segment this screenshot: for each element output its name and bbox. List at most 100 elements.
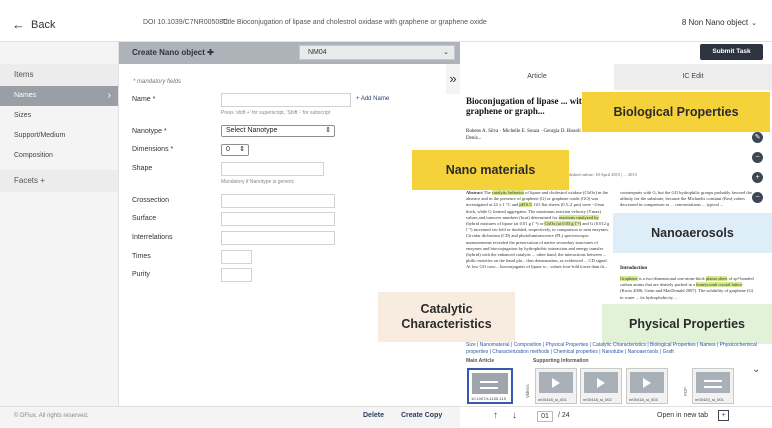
add-tab-icon[interactable]: + [718, 410, 729, 421]
surface-input[interactable] [221, 212, 335, 226]
thumbnail-caption: nr00418_si_002 [583, 397, 612, 402]
open-in-new-tab-link[interactable]: Open in new tab [657, 412, 708, 419]
times-label: Times [132, 253, 151, 260]
callout-physical-properties: Physical Properties [602, 304, 772, 344]
non-nano-object-dropdown[interactable]: 8 Non Nano object ⌄ [682, 18, 757, 27]
video-preview [584, 372, 618, 393]
minus-circle-icon[interactable]: − [752, 152, 763, 163]
supporting-information-label: Supporting Information [533, 358, 589, 364]
zoom-out-icon[interactable]: − [752, 192, 763, 203]
video-thumbnail[interactable]: nr00418_si_003 [626, 368, 668, 404]
page-number-input[interactable]: 01 [537, 411, 553, 422]
mandatory-note: * mandatory fields [133, 79, 182, 85]
expand-supporting-button[interactable]: ⌄ [752, 364, 760, 375]
delete-button[interactable]: Delete [363, 412, 384, 419]
facets-section-header[interactable]: Facets + [0, 170, 118, 192]
tab-ic-edit[interactable]: IC Edit [614, 64, 772, 90]
highlight[interactable]: planar sheet [705, 276, 728, 281]
chevron-updown-icon: ⇕ [239, 146, 245, 153]
highlight[interactable]: ChOx (at 0.03 g l⁻¹) [544, 221, 582, 227]
page-total: / 24 [558, 412, 570, 419]
shape-input[interactable] [221, 162, 324, 176]
highlight[interactable]: reactions catalyzed by [558, 214, 599, 220]
sidebar-item-label: Composition [14, 152, 53, 159]
callout-catalytic-characteristics: Catalytic Characteristics [378, 292, 515, 342]
zoom-in-icon[interactable]: + [752, 172, 763, 183]
sidebar-item-label: Names [14, 92, 37, 99]
intro-part: is a two-dimensional one-atom-thick [637, 276, 706, 281]
introduction-heading: Introduction [620, 266, 648, 271]
shape-label: Shape [132, 165, 153, 172]
abstract-lead: Abstract [466, 190, 483, 195]
sidebar-item-composition[interactable]: Composition [0, 146, 118, 166]
double-chevron-right-icon: » [449, 71, 457, 86]
pdf-label: PDF [683, 387, 688, 396]
dimensions-label: Dimensions * [132, 146, 174, 153]
main-article-thumbnail[interactable]: 10.1007/s.1105-115 [467, 368, 513, 404]
name-hint: Press 'shift +' for superscript, 'Shift … [221, 110, 330, 116]
viewer-toolbar: ✎ − + − [752, 132, 766, 212]
document-tab-bar: Article IC Edit [460, 64, 772, 90]
tab-article[interactable]: Article [460, 64, 614, 90]
dimensions-select[interactable]: 0 ⇕ [221, 144, 249, 156]
thumbnail-caption: 10.1007/s.1105-115 [471, 396, 506, 401]
highlight[interactable]: Graphene [620, 276, 638, 281]
next-page-arrow-icon[interactable]: ↓ [512, 410, 517, 421]
play-icon [643, 378, 651, 388]
collapse-panel-button[interactable]: » [446, 64, 460, 94]
nano-object-form: * mandatory fields Name * Press 'shift +… [119, 64, 447, 406]
interrelations-label: Interrelations [132, 234, 173, 241]
abstract-part: and G (0.012 g l⁻¹) increased six-fold o… [466, 221, 610, 270]
intro-part: (Kroto 2006; Geim and MacDonald 2007). T… [620, 288, 754, 300]
purity-label: Purity [132, 271, 150, 278]
document-icon [704, 380, 722, 388]
previous-page-arrow-icon[interactable]: ↑ [493, 410, 498, 421]
pencil-icon[interactable]: ✎ [752, 132, 763, 143]
crosssection-label: Crossection [132, 197, 169, 204]
times-input[interactable] [221, 250, 252, 264]
document-preview [472, 373, 508, 394]
chevron-down-icon: ⌄ [443, 49, 449, 56]
back-arrow-icon: ← [12, 17, 25, 32]
right-column-text: counterparts with G, but the GO hydrophi… [620, 190, 752, 208]
doi-label: DOI 10.1039/C7NR00508C [143, 19, 229, 26]
create-nano-label: Create Nano object [132, 48, 205, 57]
nanotype-select[interactable]: Select Nanotype ⇕ [221, 125, 335, 137]
video-thumbnail[interactable]: nr00418_si_002 [580, 368, 622, 404]
sidebar-item-support-medium[interactable]: Support/Medium [0, 126, 118, 146]
highlight[interactable]: catalytic behavior [491, 190, 525, 195]
items-section-header: Items [0, 64, 118, 86]
pdf-preview [696, 372, 730, 393]
create-copy-button[interactable]: Create Copy [401, 412, 442, 419]
nano-object-value: NM04 [308, 49, 327, 56]
main-article-label: Main Article [466, 358, 495, 364]
play-icon [552, 378, 560, 388]
crosssection-input[interactable] [221, 194, 335, 208]
thumbnail-caption: nr00420_si_001 [695, 397, 724, 402]
callout-nano-materials: Nano materials [412, 150, 569, 190]
sidebar-item-names[interactable]: Names › [0, 86, 118, 106]
thumbnail-caption: nr00418_si_001 [538, 397, 567, 402]
plus-icon: ✚ [207, 48, 214, 57]
introduction-text: Graphene is a two-dimensional one-atom-t… [620, 276, 754, 301]
video-thumbnail[interactable]: nr00418_si_001 [535, 368, 577, 404]
highlight[interactable]: pH 6.5 [519, 202, 532, 208]
chevron-down-icon: ⌄ [752, 364, 761, 375]
chevron-down-icon: ⌄ [751, 20, 757, 27]
top-bar: ← Back DOI 10.1039/C7NR00508C Title Bioc… [0, 0, 772, 42]
create-nano-object-button[interactable]: Create Nano object ✚ [132, 48, 214, 57]
back-button[interactable]: ← Back [12, 17, 55, 32]
surface-label: Surface [132, 215, 157, 222]
dimensions-value: 0 [226, 146, 230, 153]
submit-task-button[interactable]: Submit Task [700, 44, 763, 60]
annotation-tags[interactable]: Size | Nanomaterial | Composition | Phys… [466, 342, 766, 356]
nano-object-select[interactable]: NM04 ⌄ [299, 45, 455, 60]
purity-input[interactable] [221, 268, 252, 282]
name-input[interactable] [221, 93, 351, 107]
interrelations-input[interactable] [221, 231, 335, 245]
pdf-thumbnail[interactable]: nr00420_si_001 [692, 368, 734, 404]
sidebar-item-sizes[interactable]: Sizes [0, 106, 118, 126]
add-name-button[interactable]: + Add Name [356, 96, 389, 102]
name-label: Name * [132, 96, 156, 103]
highlight[interactable]: honeycomb crystal lattice [696, 282, 743, 288]
